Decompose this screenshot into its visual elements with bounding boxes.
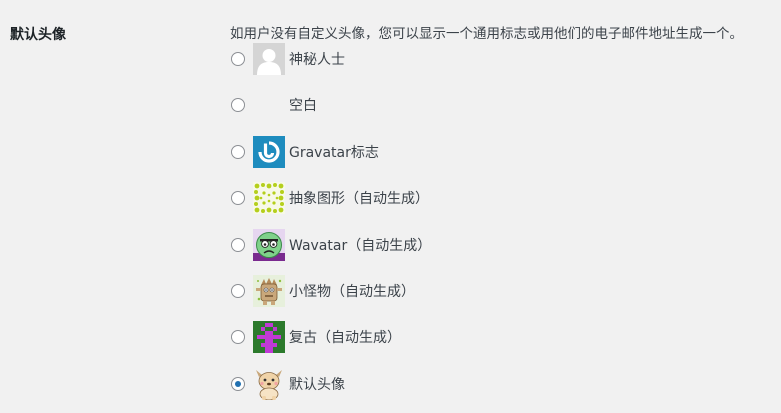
- avatar-option-gravatar[interactable]: Gravatar标志: [230, 135, 770, 168]
- avatar-options-list: 神秘人士 空白 Gravatar标志 抽象图形（自动生成） Wavatar（自动…: [230, 43, 770, 413]
- default-avatar-setting-row: 默认头像 如用户没有自定义头像，您可以显示一个通用标志或用他们的电子邮件地址生成…: [0, 0, 781, 413]
- radio-blank[interactable]: [231, 98, 245, 113]
- avatar-option-wavatar[interactable]: Wavatar（自动生成）: [230, 228, 770, 261]
- default-avatar-icon: [253, 368, 285, 400]
- avatar-option-label: 抽象图形（自动生成）: [289, 191, 429, 208]
- avatar-option-monsterid[interactable]: 小怪物（自动生成）: [230, 274, 770, 307]
- blank-icon: [253, 89, 285, 121]
- radio-identicon[interactable]: [231, 191, 245, 206]
- radio-mystery[interactable]: [231, 52, 245, 66]
- avatar-option-label: 复古（自动生成）: [289, 330, 401, 347]
- radio-retro[interactable]: [231, 330, 245, 345]
- radio-gravatar[interactable]: [231, 144, 245, 159]
- setting-label: 默认头像: [10, 27, 66, 43]
- avatar-option-blank[interactable]: 空白: [230, 89, 770, 121]
- monsterid-icon: [253, 274, 285, 307]
- radio-wavatar[interactable]: [231, 237, 245, 252]
- avatar-option-retro[interactable]: 复古（自动生成）: [230, 321, 770, 354]
- retro-icon: [253, 321, 285, 354]
- avatar-option-label: Gravatar标志: [289, 144, 379, 161]
- identicon-icon: [253, 182, 285, 215]
- avatar-option-identicon[interactable]: 抽象图形（自动生成）: [230, 182, 770, 215]
- avatar-option-label: Wavatar（自动生成）: [289, 237, 432, 254]
- radio-monsterid[interactable]: [231, 283, 245, 298]
- avatar-option-mystery[interactable]: 神秘人士: [230, 43, 770, 75]
- avatar-option-default[interactable]: 默认头像: [230, 368, 770, 400]
- gravatar-logo-icon: [253, 135, 285, 168]
- avatar-option-label: 空白: [289, 98, 317, 115]
- avatar-option-label: 默认头像: [289, 376, 345, 393]
- wavatar-icon: [253, 228, 285, 261]
- mystery-person-icon: [253, 43, 285, 75]
- radio-default[interactable]: [231, 376, 245, 391]
- avatar-option-label: 小怪物（自动生成）: [289, 283, 415, 300]
- avatar-option-label: 神秘人士: [289, 52, 345, 68]
- setting-description: 如用户没有自定义头像，您可以显示一个通用标志或用他们的电子邮件地址生成一个。: [230, 26, 743, 42]
